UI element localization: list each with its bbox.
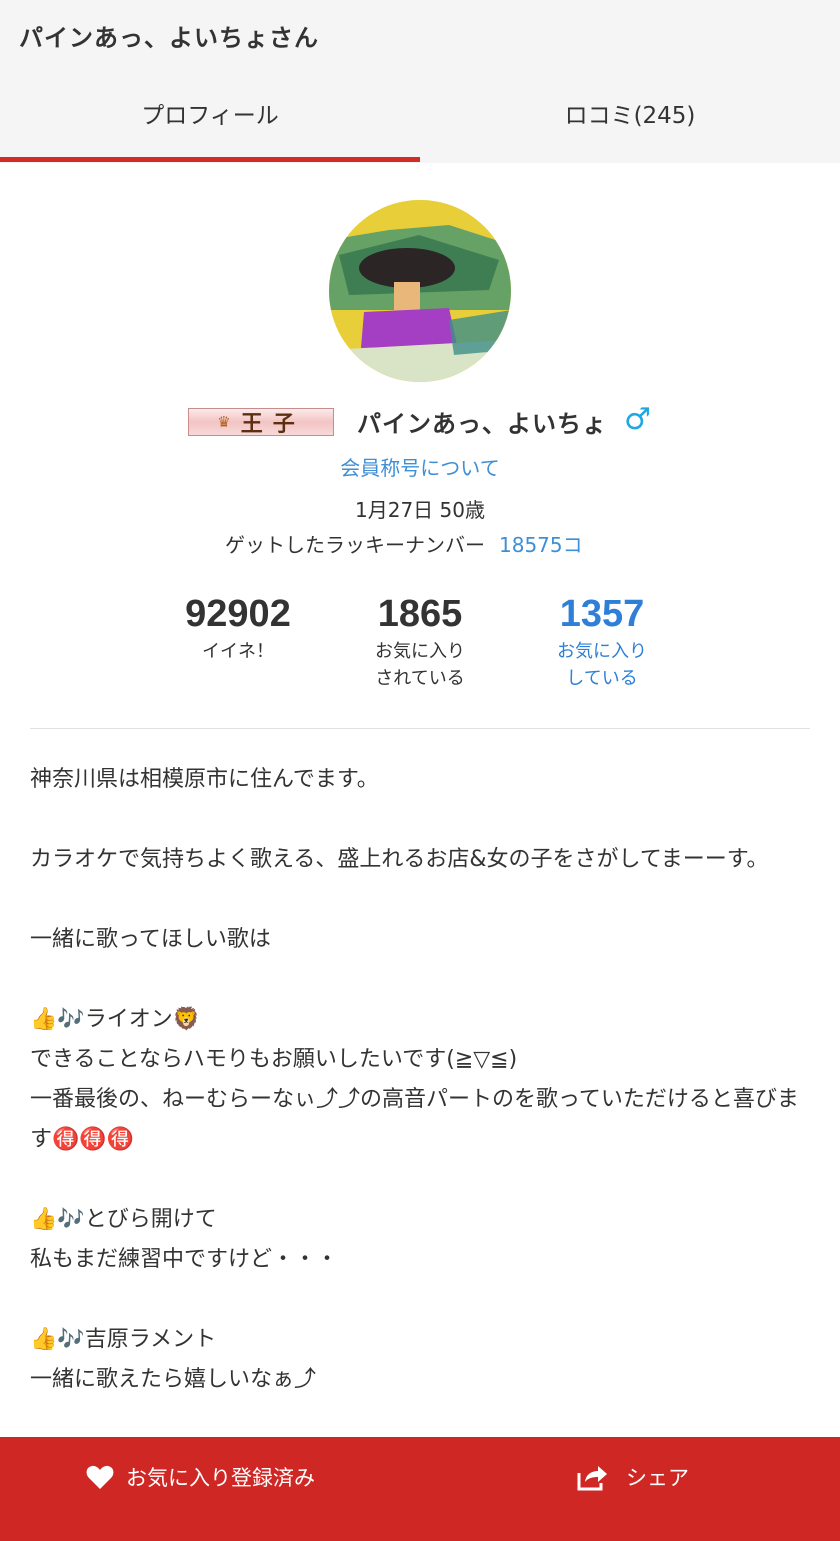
bio-line: 私もまだ練習中ですけど・・・	[30, 1247, 339, 1272]
stat-likes-count: 92902	[185, 593, 291, 635]
stat-likes: 92902 イイネ！	[148, 590, 328, 665]
favorite-button[interactable]: お気に入り登録済み	[86, 1455, 315, 1499]
avatar-drawing	[329, 200, 511, 382]
stat-favoriting[interactable]: 1357 お気に入り している	[512, 590, 692, 692]
bio-line: 一緒に歌ってほしい歌は	[30, 927, 271, 952]
profile-name-row: ♛ 王子 パインあっ、よいちょ ♂	[0, 400, 840, 444]
bio-line	[30, 1160, 810, 1200]
bio-line: できることならハモりもお願いしたいです(≧▽≦)	[30, 1047, 518, 1072]
stat-favorited-by-label: お気に入り されている	[375, 641, 465, 689]
bio-line	[30, 1280, 810, 1320]
stat-likes-label: イイネ！	[202, 641, 274, 662]
bio-line: カラオケで気持ちよく歌える、盛上れるお店&女の子をさがしてまーーす。	[30, 847, 769, 872]
stat-favoriting-label: お気に入り している	[557, 641, 647, 689]
stat-favoriting-count: 1357	[559, 593, 645, 635]
title-badge: ♛ 王子	[188, 408, 334, 437]
favorite-button-label: お気に入り登録済み	[126, 1466, 315, 1490]
bio-line: 一番最後の、ねーむらーなぃ⤴⤴の高音パートのを歌っていただけると喜びます🉐🉐🉐	[30, 1087, 799, 1152]
share-button[interactable]: シェア	[576, 1455, 689, 1499]
page-header: パインあっ、よいちょさん プロフィール ロコミ(245)	[0, 0, 840, 163]
bio-line: 👍🎶とびら開けて	[30, 1207, 217, 1232]
stat-favorited-by: 1865 お気に入り されている	[330, 590, 510, 692]
bio-line	[30, 800, 810, 840]
bio-line: 一緒に歌えたら嬉しいなぁ⤴	[30, 1367, 317, 1392]
stat-favorited-by-count: 1865	[377, 593, 463, 635]
active-tab-indicator	[0, 157, 420, 162]
lucky-number-row: ゲットしたラッキーナンバー 18575コ	[225, 529, 583, 558]
page-title: パインあっ、よいちょさん	[19, 24, 319, 52]
heart-icon	[86, 1465, 114, 1489]
crown-icon: ♛	[217, 413, 231, 431]
bio-line	[30, 880, 810, 920]
avatar	[329, 200, 511, 382]
lucky-number-value[interactable]: 18575コ	[499, 533, 583, 557]
member-title-link[interactable]: 会員称号について	[0, 452, 840, 481]
bio-line: 神奈川県は相模原市に住んでます。	[30, 767, 379, 792]
profile-bio: 神奈川県は相模原市に住んでます。 カラオケで気持ちよく歌える、盛上れるお店&女の…	[30, 760, 810, 1400]
tab-reviews[interactable]: ロコミ(245)	[420, 96, 840, 136]
bio-line: 👍🎶吉原ラメント	[30, 1327, 217, 1352]
tab-profile[interactable]: プロフィール	[0, 96, 420, 136]
bio-line: 👍🎶ライオン🦁	[30, 1007, 201, 1032]
male-icon: ♂	[624, 402, 651, 437]
divider	[30, 728, 810, 729]
birthday-age: 1月27日 50歳	[355, 498, 485, 522]
share-icon	[577, 1466, 607, 1491]
title-badge-text: 王子	[240, 411, 305, 437]
share-button-label: シェア	[626, 1466, 689, 1490]
lucky-number-label: ゲットしたラッキーナンバー	[225, 533, 485, 557]
bottom-action-bar: お気に入り登録済み シェア	[0, 1437, 840, 1541]
bio-line	[30, 960, 810, 1000]
user-name: パインあっ、よいちょ	[357, 410, 607, 438]
